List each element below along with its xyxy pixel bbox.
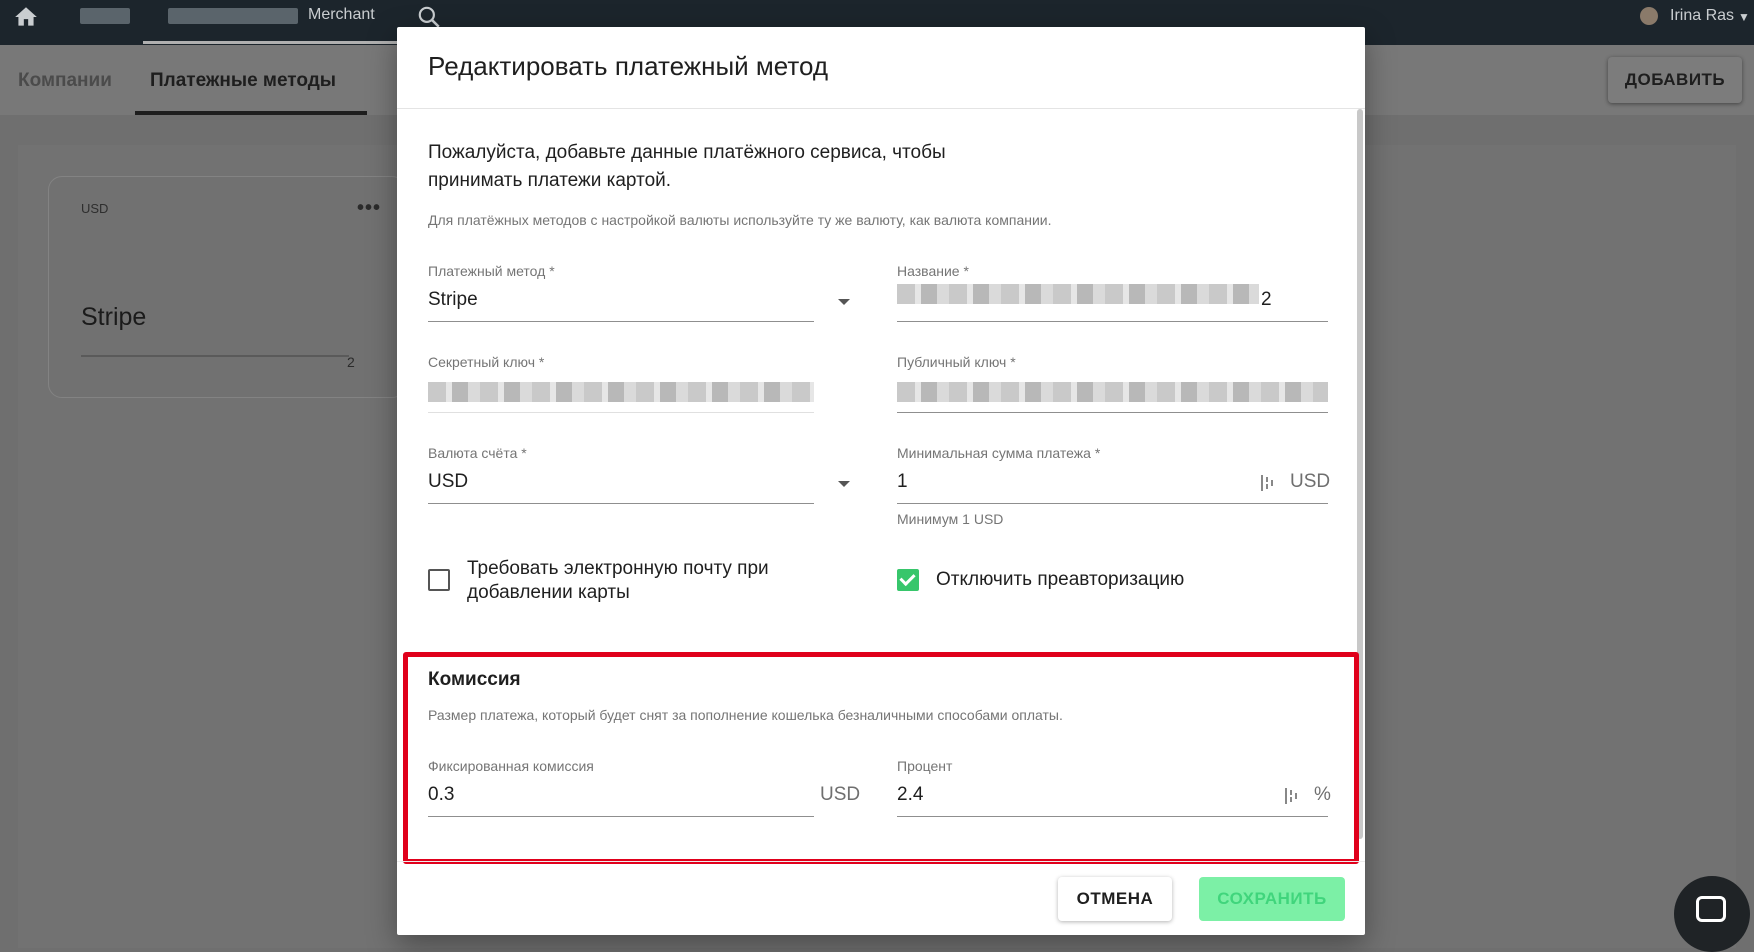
- name-input-masked[interactable]: [897, 284, 1259, 304]
- field-underline: [428, 503, 814, 504]
- disable-preauth-label[interactable]: Отключить преавторизацию: [936, 568, 1184, 592]
- secret-key-input[interactable]: [428, 382, 814, 402]
- check-icon: [899, 569, 916, 587]
- card-masked-key: [81, 355, 349, 357]
- card-title: Stripe: [81, 303, 147, 331]
- company-selector-underline: [143, 41, 405, 44]
- min-amount-label: Минимальная сумма платежа *: [897, 445, 1101, 461]
- fixed-commission-unit: USD: [820, 784, 861, 805]
- secret-key-label: Секретный ключ *: [428, 354, 545, 370]
- blurred-logo: [80, 8, 130, 24]
- field-underline: [897, 816, 1328, 817]
- merchant-label[interactable]: Merchant: [308, 6, 375, 24]
- divider: [397, 861, 1365, 862]
- payment-method-label: Платежный метод *: [428, 263, 555, 279]
- chat-launcher-button[interactable]: [1674, 876, 1750, 952]
- min-amount-input[interactable]: 1: [897, 471, 908, 493]
- payment-method-select[interactable]: Stripe: [428, 289, 478, 311]
- avatar[interactable]: [1640, 7, 1658, 25]
- percent-label: Процент: [897, 758, 953, 774]
- cancel-button[interactable]: ОТМЕНА: [1058, 877, 1172, 921]
- field-underline: [897, 412, 1328, 413]
- name-input-suffix: 2: [1261, 289, 1272, 310]
- tab-companies[interactable]: Компании: [18, 70, 112, 92]
- card-currency: USD: [81, 201, 109, 216]
- currency-hint: Для платёжных методов с настройкой валют…: [428, 212, 1052, 228]
- home-icon[interactable]: [12, 4, 40, 30]
- commission-hint: Размер платежа, который будет снят за по…: [428, 707, 1063, 723]
- field-underline: [897, 503, 1328, 504]
- require-email-label[interactable]: Требовать электронную почту при добавлен…: [467, 557, 867, 605]
- percent-unit: %: [1314, 784, 1331, 805]
- chevron-down-icon[interactable]: ▼: [1738, 10, 1750, 24]
- fixed-commission-label: Фиксированная комиссия: [428, 758, 594, 774]
- currency-label: Валюта счёта *: [428, 445, 527, 461]
- stepper-icon[interactable]: [1260, 474, 1274, 492]
- public-key-label: Публичный ключ *: [897, 354, 1016, 370]
- commission-title: Комиссия: [428, 669, 521, 690]
- field-underline: [428, 816, 814, 817]
- name-label: Название *: [897, 263, 969, 279]
- min-amount-unit: USD: [1290, 471, 1331, 492]
- payment-method-card[interactable]: USD ••• Stripe 2: [48, 176, 406, 398]
- min-amount-helper: Минимум 1 USD: [897, 511, 1004, 527]
- active-tab-indicator: [135, 111, 367, 115]
- currency-select[interactable]: USD: [428, 471, 468, 493]
- field-underline: [897, 321, 1328, 322]
- user-name[interactable]: Irina Ras: [1670, 7, 1734, 25]
- save-button[interactable]: СОХРАНИТЬ: [1199, 877, 1345, 921]
- dialog-title: Редактировать платежный метод: [428, 51, 829, 81]
- tab-payment-methods[interactable]: Платежные методы: [150, 70, 336, 92]
- intro-text: Пожалуйста, добавьте данные платёжного с…: [428, 142, 946, 191]
- chat-icon: [1696, 896, 1726, 922]
- card-key-suffix: 2: [347, 354, 355, 370]
- blurred-company-name: [168, 8, 298, 24]
- divider: [397, 108, 1365, 109]
- public-key-input[interactable]: [897, 382, 1328, 402]
- more-options-icon[interactable]: •••: [357, 197, 381, 220]
- field-underline: [428, 321, 814, 322]
- disable-preauth-checkbox[interactable]: [897, 569, 919, 591]
- chevron-down-icon[interactable]: [838, 299, 850, 305]
- require-email-checkbox[interactable]: [428, 569, 450, 591]
- chevron-down-icon[interactable]: [838, 481, 850, 487]
- percent-input[interactable]: 2.4: [897, 784, 923, 806]
- field-underline: [428, 412, 814, 413]
- add-button[interactable]: ДОБАВИТЬ: [1608, 57, 1742, 103]
- edit-payment-method-dialog: Редактировать платежный метод Пожалуйста…: [397, 27, 1365, 935]
- stepper-icon[interactable]: [1284, 787, 1298, 805]
- fixed-commission-input[interactable]: 0.3: [428, 784, 454, 806]
